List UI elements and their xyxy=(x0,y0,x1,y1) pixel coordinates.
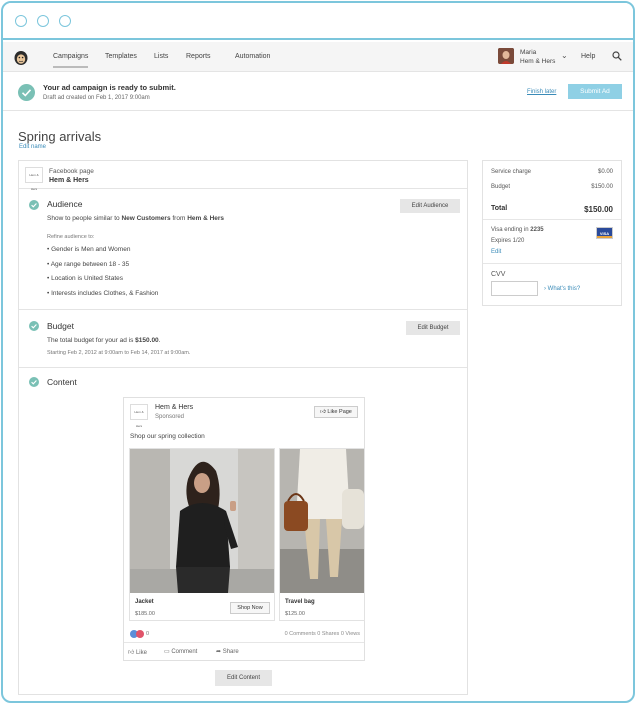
user-org: Hem & Hers xyxy=(520,58,556,65)
ad-copy: Shop our spring collection xyxy=(130,433,205,440)
criteria-item: • Age range between 18 - 35 xyxy=(47,261,130,268)
audience-description: Show to people similar to New Customers … xyxy=(47,215,225,222)
chevron-down-icon[interactable]: ⌄ xyxy=(561,51,568,60)
divider xyxy=(483,219,621,220)
nav-campaigns[interactable]: Campaigns xyxy=(53,53,89,68)
check-icon xyxy=(29,377,39,387)
budget-dates: Starting Feb 2, 2012 at 9:00am to Feb 14… xyxy=(47,350,191,356)
ad-page-name: Hem & Hers xyxy=(155,404,194,411)
user-menu[interactable]: Maria Hem & Hers xyxy=(520,48,555,66)
budget-title: Budget xyxy=(47,321,74,331)
product-name: Travel bag xyxy=(285,599,315,605)
nav-reports[interactable]: Reports xyxy=(186,53,211,60)
user-name: Maria xyxy=(520,49,537,56)
cvv-label: CVV xyxy=(491,271,506,278)
submit-ad-button[interactable]: Submit Ad xyxy=(568,84,622,99)
whats-this-link[interactable]: › What's this? xyxy=(544,286,580,292)
product-price: $125.00 xyxy=(285,611,305,617)
share-icon: ➦ xyxy=(216,649,222,655)
ad-sponsored-label: Sponsored xyxy=(155,414,185,420)
nav-automation[interactable]: Automation xyxy=(235,53,270,60)
facebook-page-name: Hem & Hers xyxy=(49,177,89,184)
audience-title: Audience xyxy=(47,199,83,209)
window-maximize-dot[interactable] xyxy=(59,15,71,27)
product-image-jacket xyxy=(130,449,274,593)
avatar-photo-icon xyxy=(498,48,514,64)
facebook-page-label: Facebook page xyxy=(49,168,94,175)
product-card[interactable]: Jacket $185.00 Shop Now xyxy=(129,448,275,621)
thumbs-up-icon: 👍︎ xyxy=(128,650,135,656)
content-title: Content xyxy=(47,377,77,387)
criteria-item: • Location is United States xyxy=(47,275,123,282)
check-icon xyxy=(29,200,39,210)
brand-logo: Hem & Hers xyxy=(25,167,43,191)
comment-icon: ▭ xyxy=(164,649,170,655)
card-expiry: Expires 1/20 xyxy=(491,238,525,244)
product-price: $185.00 xyxy=(135,611,155,617)
product-card[interactable]: Travel bag $125.00 xyxy=(279,448,365,621)
window-close-dot[interactable] xyxy=(15,15,27,27)
page-title: Spring arrivals xyxy=(18,129,102,144)
divider xyxy=(483,263,621,264)
ad-brand-logo: Hem & Hers xyxy=(130,404,148,428)
comment-action[interactable]: ▭ Comment xyxy=(164,648,197,655)
product-image-travel-bag xyxy=(280,449,364,593)
visa-card-icon: VISA xyxy=(596,227,613,239)
search-icon[interactable] xyxy=(612,51,622,61)
engagement-stats: 0 Comments 0 Shares 0 Views xyxy=(284,631,360,637)
ready-to-submit-notice: Your ad campaign is ready to submit. Dra… xyxy=(3,73,633,111)
total-label: Total xyxy=(491,205,508,212)
budget-value: $150.00 xyxy=(591,184,613,190)
nav-lists[interactable]: Lists xyxy=(154,53,168,60)
service-charge-label: Service charge xyxy=(491,169,532,175)
total-value: $150.00 xyxy=(584,205,613,214)
edit-content-button[interactable]: Edit Content xyxy=(215,670,272,686)
budget-label: Budget xyxy=(491,184,511,190)
payment-summary: Service charge $0.00 Budget $150.00 Tota… xyxy=(482,160,622,306)
share-action[interactable]: ➦ Share xyxy=(216,648,239,655)
criteria-item: • Gender is Men and Women xyxy=(47,246,131,253)
facebook-page-row: Hem & Hers Facebook page Hem & Hers xyxy=(19,161,467,191)
criteria-item: • Interests includes Clothes, & Fashion xyxy=(47,290,159,297)
help-link[interactable]: Help xyxy=(581,53,595,60)
finish-later-link[interactable]: Finish later xyxy=(527,89,556,95)
refine-label: Refine audience to: xyxy=(47,234,95,240)
card-info: Visa ending in 2235 xyxy=(491,227,544,233)
edit-name-link[interactable]: Edit name xyxy=(19,144,46,150)
shop-now-button[interactable]: Shop Now xyxy=(230,602,270,614)
service-charge-value: $0.00 xyxy=(597,169,613,175)
ad-actions: 👍︎ Like ▭ Comment ➦ Share xyxy=(124,642,364,658)
like-page-button[interactable]: 👍︎ Like Page xyxy=(314,406,358,418)
chevron-right-icon: › xyxy=(544,286,546,292)
check-icon xyxy=(29,321,39,331)
budget-section: Budget The total budget for your ad is $… xyxy=(19,311,467,368)
edit-card-link[interactable]: Edit xyxy=(491,249,501,255)
edit-audience-button[interactable]: Edit Audience xyxy=(400,199,460,213)
notice-subtitle: Draft ad created on Feb 1, 2017 9:00am xyxy=(43,95,150,101)
chimp-logo-icon[interactable] xyxy=(13,48,29,66)
thumbs-up-icon: 👍︎ xyxy=(320,409,326,415)
avatar[interactable] xyxy=(498,48,514,64)
love-reaction-icon xyxy=(136,630,144,638)
like-action[interactable]: 👍︎ Like xyxy=(128,648,147,656)
window-minimize-dot[interactable] xyxy=(37,15,49,27)
audience-section: Audience Show to people similar to New C… xyxy=(19,190,467,310)
cvv-input[interactable] xyxy=(491,281,538,296)
facebook-ad-preview: Hem & Hers Hem & Hers Sponsored 👍︎ Like … xyxy=(123,397,365,661)
budget-description: The total budget for your ad is $150.00. xyxy=(47,337,161,344)
edit-budget-button[interactable]: Edit Budget xyxy=(406,321,460,335)
browser-frame: Campaigns Templates Lists Reports Automa… xyxy=(1,1,635,703)
success-check-icon xyxy=(18,84,35,101)
reaction-count: 0 xyxy=(146,631,150,637)
nav-templates[interactable]: Templates xyxy=(105,53,137,60)
reactions-bar: 0 0 Comments 0 Shares 0 Views xyxy=(130,630,360,640)
top-navbar: Campaigns Templates Lists Reports Automa… xyxy=(3,42,633,72)
notice-title: Your ad campaign is ready to submit. xyxy=(43,83,176,92)
window-titlebar xyxy=(3,3,633,40)
product-name: Jacket xyxy=(135,599,154,605)
